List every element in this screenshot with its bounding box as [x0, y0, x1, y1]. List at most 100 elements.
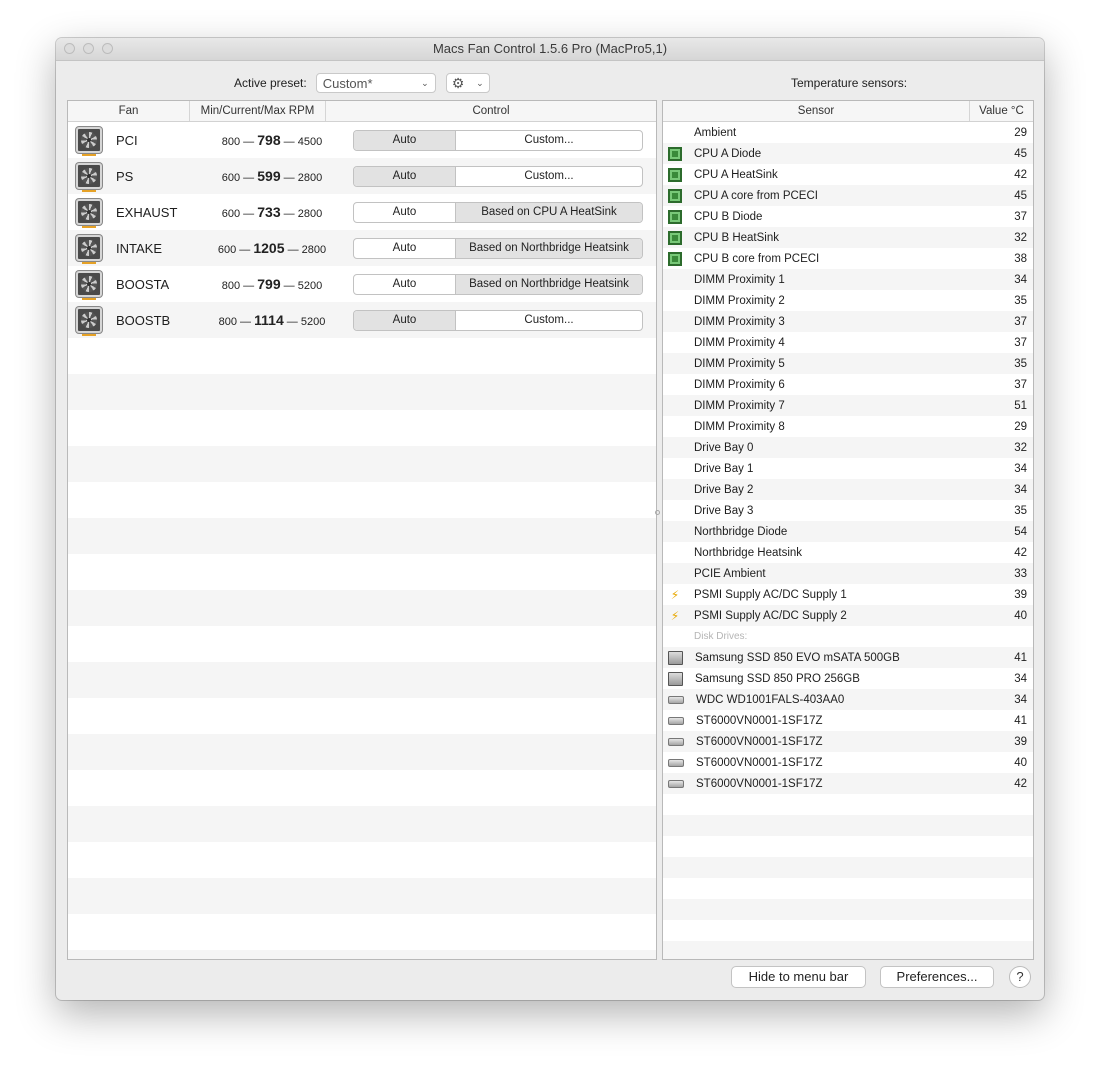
auto-button[interactable]: Auto [354, 310, 456, 330]
rpm-min: 600 [221, 172, 241, 184]
custom-button[interactable]: Based on Northbridge Heatsink [456, 274, 642, 294]
sensor-row[interactable]: DIMM Proximity 4 37 [663, 332, 1033, 353]
cpu-chip-icon [668, 209, 682, 224]
rpm-min: 600 [217, 244, 237, 256]
sensor-value: 40 [1014, 609, 1027, 622]
fan-row: EXHAUST 600 — 733 — 2800 Auto Based on CPU … [68, 194, 656, 230]
sensor-row[interactable]: Drive Bay 0 32 [663, 437, 1033, 458]
sensor-name: PSMI Supply AC/DC Supply 2 [694, 609, 847, 622]
column-header-rpm[interactable]: Min/Current/Max RPM [190, 101, 326, 121]
sensor-row[interactable]: ST6000VN0001-1SF17Z 40 [663, 752, 1033, 773]
close-window-button[interactable] [64, 43, 75, 54]
sensor-name: Samsung SSD 850 PRO 256GB [695, 672, 860, 685]
sensor-row[interactable]: ST6000VN0001-1SF17Z 39 [663, 731, 1033, 752]
sensor-name: Drive Bay 3 [694, 504, 754, 517]
auto-button[interactable]: Auto [354, 130, 456, 150]
auto-button[interactable]: Auto [354, 166, 456, 186]
sensor-name: ST6000VN0001-1SF17Z [696, 735, 823, 748]
help-button[interactable]: ? [1009, 966, 1031, 988]
hard-drive-icon [668, 696, 684, 704]
column-header-fan[interactable]: Fan [68, 101, 190, 121]
sensor-row[interactable]: DIMM Proximity 3 37 [663, 311, 1033, 332]
hide-to-menu-bar-button[interactable]: Hide to menu bar [731, 966, 866, 988]
sensor-row[interactable]: DIMM Proximity 8 29 [663, 416, 1033, 437]
fan-control-segmented: Auto Custom... [353, 309, 643, 331]
sensor-row[interactable]: DIMM Proximity 1 34 [663, 269, 1033, 290]
custom-button[interactable]: Custom... [456, 311, 642, 330]
sensor-value: 42 [1014, 168, 1027, 181]
gear-menu-button[interactable]: ⚙ ⌄ [445, 73, 490, 93]
sensor-row[interactable]: PCIE Ambient 33 [663, 563, 1033, 584]
rpm-current: 799 [257, 276, 281, 292]
sensor-row[interactable]: CPU B Diode 37 [663, 206, 1033, 227]
splitter-handle[interactable] [655, 510, 660, 515]
sensor-row[interactable]: CPU B HeatSink 32 [663, 227, 1033, 248]
auto-button[interactable]: Auto [354, 238, 456, 258]
custom-button[interactable]: Custom... [456, 167, 642, 186]
sensor-row[interactable]: Northbridge Heatsink 42 [663, 542, 1033, 563]
sensor-icon-blank [668, 378, 682, 392]
sensor-row[interactable]: CPU A core from PCECI 45 [663, 185, 1033, 206]
sensor-row[interactable]: Northbridge Diode 54 [663, 521, 1033, 542]
custom-button[interactable]: Based on CPU A HeatSink [456, 202, 642, 222]
sensor-value: 45 [1014, 189, 1027, 202]
sensor-row[interactable]: Ambient 29 [663, 122, 1033, 143]
fan-rpm: 600 — 599 — 2800 [221, 168, 323, 184]
preset-row: Active preset: Custom* ⌄ ⚙ ⌄ [234, 72, 490, 94]
sensor-row[interactable]: ⚡ PSMI Supply AC/DC Supply 1 39 [663, 584, 1033, 605]
custom-button[interactable]: Based on Northbridge Heatsink [456, 238, 642, 258]
fan-name: INTAKE [116, 240, 162, 256]
rpm-current: 733 [257, 204, 281, 220]
sensor-row[interactable]: Drive Bay 2 34 [663, 479, 1033, 500]
zoom-window-button[interactable] [102, 43, 113, 54]
sensor-name: DIMM Proximity 8 [694, 420, 785, 433]
column-header-value[interactable]: Value °C [970, 101, 1033, 121]
sensor-row[interactable]: ST6000VN0001-1SF17Z 42 [663, 773, 1033, 794]
sensor-name: CPU A core from PCECI [694, 189, 818, 202]
sensor-row[interactable]: Drive Bay 1 34 [663, 458, 1033, 479]
auto-button[interactable]: Auto [354, 202, 456, 222]
sensor-row[interactable]: CPU A Diode 45 [663, 143, 1033, 164]
column-header-sensor[interactable]: Sensor [663, 101, 970, 121]
fan-name: BOOSTA [116, 276, 170, 292]
preset-dropdown[interactable]: Custom* ⌄ [315, 73, 436, 93]
sensor-row[interactable]: CPU B core from PCECI 38 [663, 248, 1033, 269]
fan-icon [76, 163, 102, 192]
sensor-row[interactable]: Drive Bay 3 35 [663, 500, 1033, 521]
sensor-group-header: Disk Drives: [663, 626, 1033, 647]
sensor-name: Disk Drives: [694, 631, 748, 642]
sensor-row[interactable]: ST6000VN0001-1SF17Z 41 [663, 710, 1033, 731]
sensor-name: PCIE Ambient [694, 567, 766, 580]
fan-name: EXHAUST [116, 204, 178, 220]
minimize-window-button[interactable] [83, 43, 94, 54]
sensor-row[interactable]: DIMM Proximity 2 35 [663, 290, 1033, 311]
rpm-current: 599 [257, 168, 281, 184]
sensor-row[interactable]: CPU A HeatSink 42 [663, 164, 1033, 185]
gear-icon: ⚙ [451, 74, 465, 91]
column-header-control[interactable]: Control [326, 101, 656, 121]
auto-button[interactable]: Auto [354, 274, 456, 294]
sensor-icon-blank [668, 126, 682, 140]
sensor-value: 41 [1014, 714, 1027, 727]
sensor-row[interactable]: Samsung SSD 850 PRO 256GB 34 [663, 668, 1033, 689]
preset-value: Custom* [322, 75, 373, 91]
sensor-name: DIMM Proximity 4 [694, 336, 785, 349]
sensor-row[interactable]: ⚡ PSMI Supply AC/DC Supply 2 40 [663, 605, 1033, 626]
rpm-max: 5200 [297, 280, 323, 292]
preferences-button[interactable]: Preferences... [880, 966, 994, 988]
sensor-row[interactable]: DIMM Proximity 6 37 [663, 374, 1033, 395]
rpm-current: 798 [257, 132, 281, 148]
fan-control-segmented: Auto Based on CPU A HeatSink [353, 201, 643, 223]
sensor-row[interactable]: DIMM Proximity 7 51 [663, 395, 1033, 416]
sensor-row[interactable]: Samsung SSD 850 EVO mSATA 500GB 41 [663, 647, 1033, 668]
sensor-row[interactable]: DIMM Proximity 5 35 [663, 353, 1033, 374]
sensor-name: DIMM Proximity 1 [694, 273, 785, 286]
cpu-chip-icon [668, 167, 682, 182]
sensor-row[interactable]: WDC WD1001FALS-403AA0 34 [663, 689, 1033, 710]
fan-row: PCI 800 — 798 — 4500 Auto Custom... [68, 122, 656, 158]
custom-button[interactable]: Custom... [456, 131, 642, 150]
sensor-value: 29 [1014, 420, 1027, 433]
fan-rpm: 800 — 1114 — 5200 [218, 312, 326, 328]
sensor-name: Drive Bay 0 [694, 441, 754, 454]
sensor-value: 39 [1014, 588, 1027, 601]
